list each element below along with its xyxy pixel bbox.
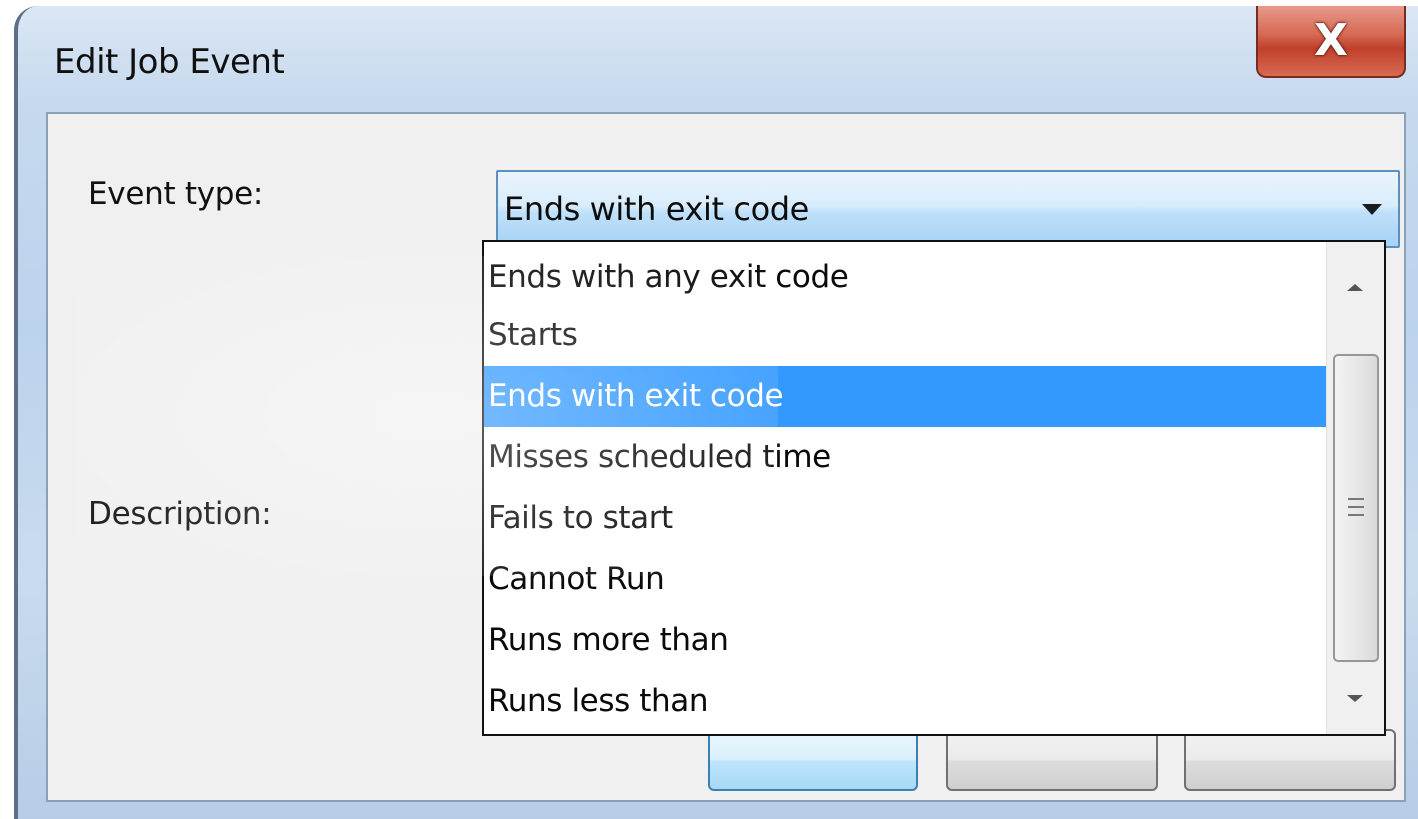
dropdown-option[interactable]: Runs less than <box>484 671 1326 732</box>
event-type-combobox[interactable]: Ends with exit code <box>496 170 1400 248</box>
grip-line-icon <box>1348 498 1364 500</box>
cancel-button[interactable] <box>946 729 1158 791</box>
close-icon: X <box>1314 15 1348 66</box>
close-button[interactable]: X <box>1256 6 1406 78</box>
scroll-down-arrow-icon[interactable] <box>1347 695 1363 702</box>
scroll-up-arrow-icon[interactable] <box>1347 284 1363 291</box>
event-type-selected-value: Ends with exit code <box>504 190 809 228</box>
dropdown-option-selected[interactable]: Ends with exit code <box>484 366 1326 427</box>
dialog-title: Edit Job Event <box>54 42 285 82</box>
event-type-label: Event type: <box>88 176 264 212</box>
dropdown-options: Ends with any exit code Starts Ends with… <box>484 242 1326 732</box>
dropdown-option[interactable]: Ends with any exit code <box>484 242 1326 305</box>
dialog-window: Edit Job Event X Event type: Ends with e… <box>14 6 1418 819</box>
grip-line-icon <box>1348 514 1364 516</box>
description-label: Description: <box>88 496 272 532</box>
dropdown-option[interactable]: Misses scheduled time <box>484 427 1326 488</box>
grip-line-icon <box>1348 506 1364 508</box>
dropdown-option[interactable]: Starts <box>484 305 1326 366</box>
dropdown-option[interactable]: Cannot Run <box>484 549 1326 610</box>
help-button[interactable] <box>1184 729 1396 791</box>
dropdown-scrollbar[interactable] <box>1326 242 1384 734</box>
scrollbar-thumb[interactable] <box>1333 354 1379 662</box>
event-type-dropdown-list[interactable]: Ends with any exit code Starts Ends with… <box>482 240 1386 736</box>
ok-button[interactable] <box>708 729 918 791</box>
dropdown-option[interactable]: Fails to start <box>484 488 1326 549</box>
dropdown-option[interactable]: Runs more than <box>484 610 1326 671</box>
chevron-down-icon[interactable] <box>1362 204 1382 215</box>
